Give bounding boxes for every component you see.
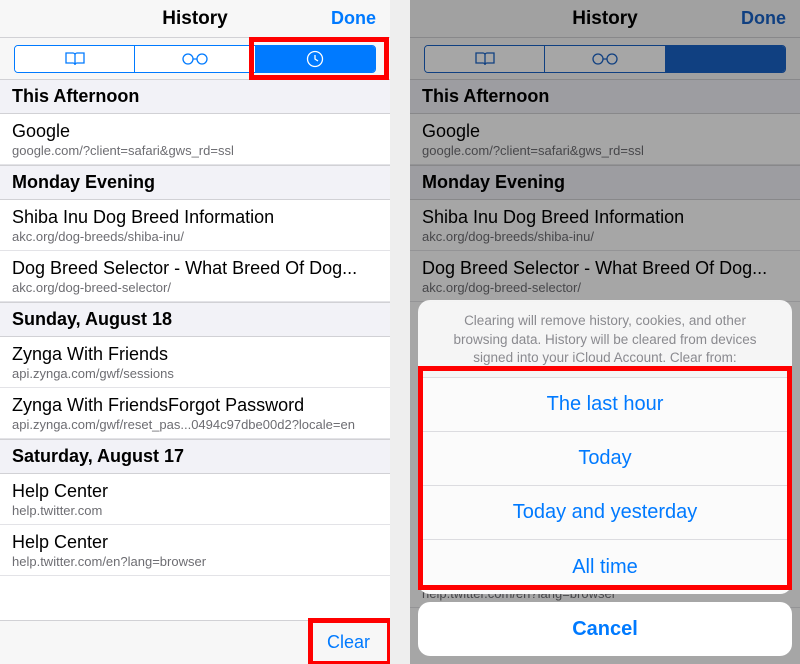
done-button[interactable]: Done (331, 8, 376, 29)
history-row[interactable]: Help Center help.twitter.com/en?lang=bro… (0, 525, 390, 576)
history-row[interactable]: Help Center help.twitter.com (0, 474, 390, 525)
cancel-button[interactable]: Cancel (418, 602, 792, 656)
section-header: This Afternoon (0, 80, 390, 114)
segmented-control-bar (0, 38, 390, 80)
navbar: History Done (0, 0, 390, 38)
row-title: Google (12, 121, 378, 142)
row-url: help.twitter.com (12, 503, 378, 518)
history-screen-right: History Done (410, 0, 800, 664)
history-screen-left: History Done (0, 0, 390, 664)
action-sheet-message: Clearing will remove history, cookies, a… (418, 300, 792, 378)
history-row[interactable]: Google google.com/?client=safari&gws_rd=… (0, 114, 390, 165)
section-header: Saturday, August 17 (0, 439, 390, 474)
row-url: akc.org/dog-breeds/shiba-inu/ (12, 229, 378, 244)
bottom-toolbar: Clear (0, 620, 390, 664)
row-title: Zynga With FriendsForgot Password (12, 395, 378, 416)
row-url: akc.org/dog-breed-selector/ (12, 280, 378, 295)
history-list[interactable]: This Afternoon Google google.com/?client… (0, 80, 390, 620)
row-title: Help Center (12, 532, 378, 553)
row-title: Help Center (12, 481, 378, 502)
clear-today-button[interactable]: Today (418, 432, 792, 486)
clear-button[interactable]: Clear (327, 632, 370, 653)
tab-reading-list[interactable] (135, 46, 255, 72)
row-title: Shiba Inu Dog Breed Information (12, 207, 378, 228)
book-icon (64, 51, 86, 67)
clear-last-hour-button[interactable]: The last hour (418, 378, 792, 432)
history-row[interactable]: Shiba Inu Dog Breed Information akc.org/… (0, 200, 390, 251)
clear-all-time-button[interactable]: All time (418, 540, 792, 594)
tab-history[interactable] (256, 46, 375, 72)
segmented-control (14, 45, 376, 73)
action-sheet: Clearing will remove history, cookies, a… (418, 300, 792, 656)
row-url: google.com/?client=safari&gws_rd=ssl (12, 143, 378, 158)
clear-today-yesterday-button[interactable]: Today and yesterday (418, 486, 792, 540)
row-title: Zynga With Friends (12, 344, 378, 365)
section-header: Monday Evening (0, 165, 390, 200)
history-row[interactable]: Zynga With FriendsForgot Password api.zy… (0, 388, 390, 439)
nav-title: History (162, 8, 227, 30)
row-url: api.zynga.com/gwf/reset_pas...0494c97dbe… (12, 417, 378, 432)
history-row[interactable]: Dog Breed Selector - What Breed Of Dog..… (0, 251, 390, 302)
section-header: Sunday, August 18 (0, 302, 390, 337)
glasses-icon (181, 52, 209, 66)
clock-icon (306, 50, 324, 68)
row-title: Dog Breed Selector - What Breed Of Dog..… (12, 258, 378, 279)
action-sheet-main: Clearing will remove history, cookies, a… (418, 300, 792, 594)
history-row[interactable]: Zynga With Friends api.zynga.com/gwf/ses… (0, 337, 390, 388)
row-url: api.zynga.com/gwf/sessions (12, 366, 378, 381)
row-url: help.twitter.com/en?lang=browser (12, 554, 378, 569)
tab-bookmarks[interactable] (15, 46, 135, 72)
